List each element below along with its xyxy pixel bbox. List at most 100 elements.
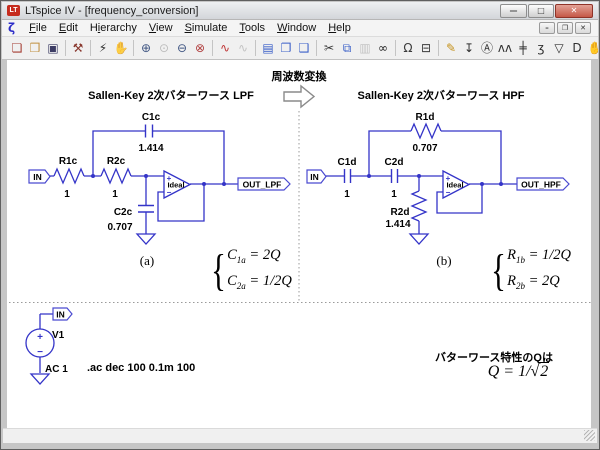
menu-simulate[interactable]: Simulate (179, 21, 234, 35)
maximize-button[interactable]: □ (528, 4, 554, 18)
zoom-in-icon[interactable]: ⊕ (137, 38, 155, 58)
svg-text:−: − (37, 347, 43, 358)
ltspice-window: LT LTspice IV - [frequency_conversion] —… (0, 0, 600, 450)
capacitor-icon[interactable]: ╪ (514, 38, 532, 58)
padlock-icon[interactable]: Ω (399, 38, 417, 58)
menu-hierarchy[interactable]: Hierarchy (84, 21, 143, 35)
menu-window[interactable]: Window (271, 21, 322, 35)
q-formula: Q = 1/√2 (471, 362, 566, 382)
window-title: LTspice IV - [frequency_conversion] (25, 5, 198, 17)
zoom-back-icon[interactable]: ⊙ (155, 38, 173, 58)
spice-directive[interactable]: .ac dec 100 0.1m 100 (87, 362, 195, 374)
capacitor-C1c[interactable]: C1c 1.414 (138, 112, 163, 154)
close-button[interactable]: ✕ (555, 4, 593, 18)
zoom-extents-icon[interactable]: ⊗ (191, 38, 209, 58)
halt-icon[interactable]: ✋ (112, 38, 130, 58)
resistor-R1d[interactable]: R1d 0.707 (411, 112, 441, 154)
resize-grip-icon[interactable] (584, 430, 595, 441)
port-hpf-out[interactable]: OUT_HPF (517, 178, 569, 190)
voltage-source-V1[interactable]: + − IN V1 AC 1 (26, 308, 72, 384)
hpf-title: Sallen-Key 2次バターワース HPF (358, 88, 525, 102)
mdi-minimize-button[interactable]: – (539, 22, 555, 34)
menu-help[interactable]: Help (322, 21, 357, 35)
capacitor-C2d[interactable]: C2d 1 (385, 157, 404, 200)
formula-hpf: { R1b = 1/2Q R2b = 2Q (488, 245, 571, 297)
svg-text:Ideal: Ideal (167, 181, 184, 190)
mdi-close-button[interactable]: ✕ (575, 22, 591, 34)
menu-tools[interactable]: Tools (233, 21, 271, 35)
capacitor-C1d[interactable]: C1d 1 (338, 157, 357, 200)
toolbar: ❏ ❒ ▣ ⚒ ⚡ ✋ ⊕ ⊙ ⊖ ⊗ ∿ ∿ ▤ ❐ ❑ ✂ ⧉ ▥ ∞ Ω … (2, 37, 598, 60)
schematic-doc-icon: ζ (8, 20, 15, 36)
waveform-icon[interactable]: ∿ (216, 38, 234, 58)
svg-text:1: 1 (391, 189, 397, 200)
svg-text:1.414: 1.414 (138, 143, 163, 154)
minimize-button[interactable]: — (500, 4, 527, 18)
find-icon[interactable]: ∞ (374, 38, 392, 58)
svg-text:Ideal: Ideal (446, 181, 463, 190)
print-icon[interactable]: ⊟ (417, 38, 435, 58)
formula-lpf: { C1a = 2Q C2a = 1/2Q (208, 245, 292, 297)
menu-view[interactable]: View (143, 21, 179, 35)
toolbar-separator (65, 40, 66, 56)
cascade-windows-icon[interactable]: ❑ (295, 38, 313, 58)
tile-vertical-icon[interactable]: ❐ (277, 38, 295, 58)
move-icon[interactable]: ✋ (586, 38, 598, 58)
diode-icon[interactable]: ▽ (550, 38, 568, 58)
cut-icon[interactable]: ✂ (320, 38, 338, 58)
subfig-b: (b) (436, 253, 451, 268)
subfig-a: (a) (140, 253, 154, 268)
svg-text:C1d: C1d (338, 157, 357, 168)
port-lpf-in[interactable]: IN (29, 170, 50, 183)
paste-icon[interactable]: ▥ (356, 38, 374, 58)
circuit-hpf: Sallen-Key 2次バターワース HPF IN C1d 1 (307, 88, 569, 268)
net-label-icon[interactable]: Ⓐ (478, 38, 496, 58)
svg-text:1.414: 1.414 (385, 219, 410, 230)
toolbar-separator (438, 40, 439, 56)
svg-text:R1c: R1c (59, 156, 78, 167)
new-schematic-icon[interactable]: ❏ (8, 38, 26, 58)
opamp-hpf[interactable]: + − Ideal (443, 171, 469, 198)
svg-text:C2c: C2c (114, 207, 133, 218)
svg-text:0.707: 0.707 (107, 222, 132, 233)
ground-symbol[interactable] (410, 234, 428, 244)
opamp-lpf[interactable]: + − Ideal (164, 171, 190, 198)
menu-edit[interactable]: Edit (53, 21, 84, 35)
circuit-lpf: Sallen-Key 2次バターワース LPF IN R1c 1 (29, 88, 290, 268)
conversion-arrow: 周波数変換 (272, 69, 328, 107)
port-source-in[interactable]: IN (53, 308, 72, 320)
resistor-R1c[interactable]: R1c 1 (54, 156, 84, 200)
mdi-restore-button[interactable]: ❐ (557, 22, 573, 34)
tile-horizontal-icon[interactable]: ▤ (259, 38, 277, 58)
port-hpf-in[interactable]: IN (307, 170, 326, 183)
svg-text:1: 1 (112, 189, 118, 200)
port-lpf-out[interactable]: OUT_LPF (238, 178, 290, 190)
capacitor-C2c[interactable]: C2c 0.707 (107, 206, 154, 234)
conversion-label: 周波数変換 (272, 69, 328, 83)
resistor-R2c[interactable]: R2c 1 (101, 156, 131, 200)
inductor-icon[interactable]: ʒ (532, 38, 550, 58)
svg-text:OUT_LPF: OUT_LPF (243, 180, 282, 190)
save-icon[interactable]: ▣ (44, 38, 62, 58)
resistor-icon[interactable]: ʌʌ (496, 38, 514, 58)
menu-file[interactable]: File (23, 21, 53, 35)
svg-text:C2d: C2d (385, 157, 404, 168)
svg-text:R2c: R2c (107, 156, 126, 167)
open-icon[interactable]: ❒ (26, 38, 44, 58)
svg-text:1: 1 (64, 189, 70, 200)
run-icon[interactable]: ⚡ (94, 38, 112, 58)
copy-icon[interactable]: ⧉ (338, 38, 356, 58)
svg-text:AC 1: AC 1 (45, 364, 68, 375)
toolbar-separator (316, 40, 317, 56)
ground-symbol[interactable] (137, 234, 155, 244)
ground-icon[interactable]: ↧ (460, 38, 478, 58)
toolbar-separator (90, 40, 91, 56)
draw-wire-icon[interactable]: ✎ (442, 38, 460, 58)
svg-text:IN: IN (33, 172, 42, 182)
control-panel-icon[interactable]: ⚒ (69, 38, 87, 58)
waveform-pane-icon[interactable]: ∿ (234, 38, 252, 58)
zoom-out-icon[interactable]: ⊖ (173, 38, 191, 58)
component-icon[interactable]: D (568, 38, 586, 58)
svg-text:V1: V1 (52, 330, 65, 341)
app-logo-icon: LT (7, 5, 20, 16)
